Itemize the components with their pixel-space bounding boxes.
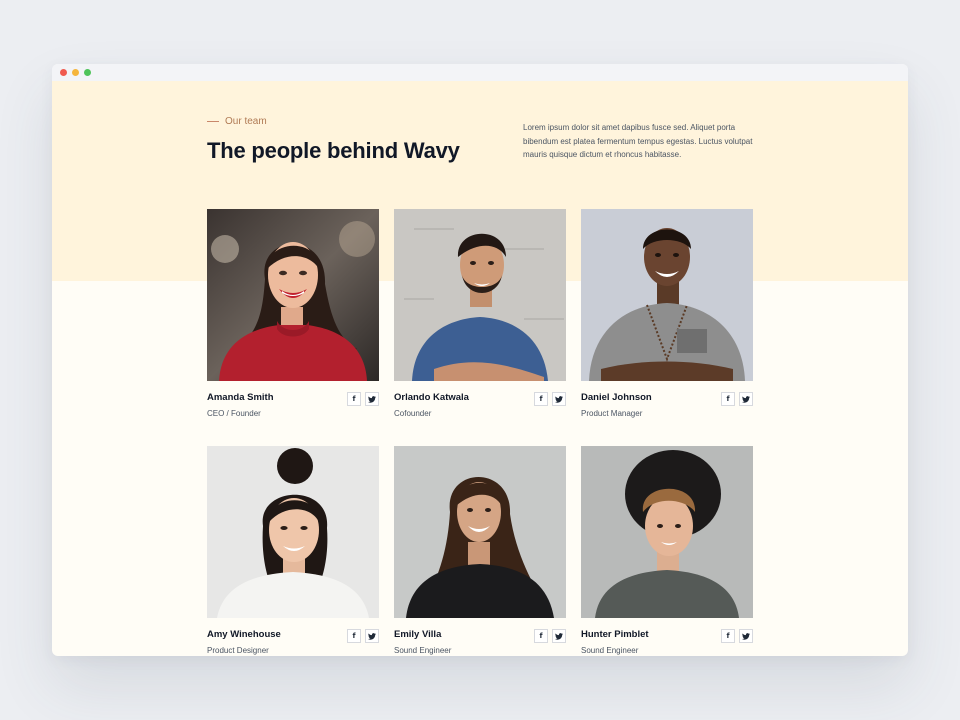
facebook-icon: f xyxy=(539,395,543,403)
minimize-window-button[interactable] xyxy=(72,69,79,76)
facebook-icon: f xyxy=(726,395,730,403)
twitter-link[interactable] xyxy=(365,629,379,643)
twitter-icon xyxy=(742,395,750,403)
member-photo xyxy=(207,209,379,381)
facebook-icon: f xyxy=(539,632,543,640)
eyebrow-line xyxy=(207,121,219,122)
facebook-link[interactable]: f xyxy=(347,629,361,643)
twitter-link[interactable] xyxy=(739,392,753,406)
member-role: Product Designer xyxy=(207,646,269,655)
team-member-card: Emily Villa Sound Engineer f xyxy=(394,446,566,656)
twitter-icon xyxy=(555,395,563,403)
team-member-card: Hunter Pimblet Sound Engineer f xyxy=(581,446,753,656)
member-role: Product Manager xyxy=(581,409,643,418)
member-photo xyxy=(581,446,753,618)
member-photo xyxy=(581,209,753,381)
member-role: Sound Engineer xyxy=(581,646,639,655)
team-member-card: Daniel Johnson Product Manager f xyxy=(581,209,753,428)
twitter-link[interactable] xyxy=(365,392,379,406)
member-role: CEO / Founder xyxy=(207,409,261,418)
twitter-icon xyxy=(742,632,750,640)
member-role: Cofounder xyxy=(394,409,432,418)
facebook-icon: f xyxy=(726,632,730,640)
twitter-icon xyxy=(368,632,376,640)
twitter-link[interactable] xyxy=(552,392,566,406)
facebook-link[interactable]: f xyxy=(534,629,548,643)
facebook-link[interactable]: f xyxy=(721,392,735,406)
page-title: The people behind Wavy xyxy=(207,138,460,163)
facebook-link[interactable]: f xyxy=(347,392,361,406)
team-member-card: Orlando Katwala Cofounder f xyxy=(394,209,566,428)
close-window-button[interactable] xyxy=(60,69,67,76)
facebook-link[interactable]: f xyxy=(721,629,735,643)
member-role: Sound Engineer xyxy=(394,646,452,655)
member-photo xyxy=(394,209,566,381)
twitter-icon xyxy=(555,632,563,640)
twitter-icon xyxy=(368,395,376,403)
member-photo xyxy=(394,446,566,618)
maximize-window-button[interactable] xyxy=(84,69,91,76)
facebook-link[interactable]: f xyxy=(534,392,548,406)
twitter-link[interactable] xyxy=(739,629,753,643)
section-intro: Lorem ipsum dolor sit amet dapibus fusce… xyxy=(523,123,753,159)
twitter-link[interactable] xyxy=(552,629,566,643)
window-titlebar xyxy=(52,64,908,81)
section-eyebrow: Our team xyxy=(207,116,267,127)
team-member-card: Amanda Smith CEO / Founder f xyxy=(207,209,379,428)
facebook-icon: f xyxy=(352,632,356,640)
member-photo xyxy=(207,446,379,618)
eyebrow-label: Our team xyxy=(225,116,267,127)
facebook-icon: f xyxy=(352,395,356,403)
team-member-card: Amy Winehouse Product Designer f xyxy=(207,446,379,656)
browser-window: Our team The people behind Wavy Lorem ip… xyxy=(52,64,908,656)
